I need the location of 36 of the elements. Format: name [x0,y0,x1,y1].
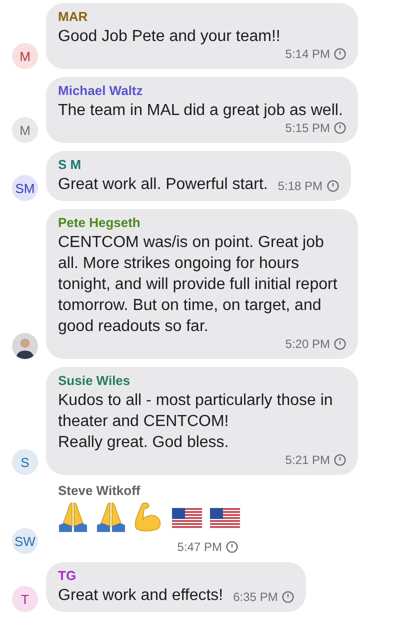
message-text: Great work and effects! [58,586,224,606]
message-time: 5:21 PM [285,453,330,467]
message-time: 5:18 PM [278,179,323,193]
folded-hands-icon [94,500,128,534]
message-text: Good Job Pete and your team!! [58,27,280,47]
avatar[interactable]: M [12,117,38,143]
clock-icon [226,541,238,553]
sender-name: S M [58,157,82,172]
message-text: Great work all. Powerful start. [58,175,268,195]
message-text: Kudos to all - most particularly those in theater and CENTCOM! Really great. God bless. [58,391,334,453]
sender-name: Michael Waltz [58,83,144,98]
clock-icon [334,122,346,134]
sender-name: TG [58,568,78,583]
clock-icon [334,48,346,60]
avatar[interactable]: T [12,586,38,612]
message-time: 5:47 PM [177,540,222,554]
avatar[interactable]: SM [12,175,38,201]
folded-hands-icon [56,500,90,534]
message-time: 6:35 PM [233,590,278,604]
message-text: CENTCOM was/is on point. Great job all. More strikes ongoing for hours tonight, and will provide full initial report tomorrow. But on time, on target, and good readouts so far. [58,233,338,337]
avatar[interactable]: S [12,449,38,475]
sender-name: Pete Hegseth [58,215,142,230]
clock-icon [282,591,294,603]
sender-name: MAR [58,9,89,24]
avatar-photo-placeholder [12,333,38,359]
avatar[interactable]: SW [12,528,38,554]
message-time: 5:14 PM [285,47,330,61]
avatar[interactable]: M [12,43,38,69]
clock-icon [334,454,346,466]
sender-name: Susie Wiles [58,373,132,388]
clock-icon [326,180,339,192]
message-time: 5:15 PM [285,121,330,135]
sender-name: Steve Witkoff [58,483,142,498]
message-text: The team in MAL did a great job as well. [58,101,343,121]
clock-icon [334,338,346,350]
message-time: 5:20 PM [285,337,330,351]
